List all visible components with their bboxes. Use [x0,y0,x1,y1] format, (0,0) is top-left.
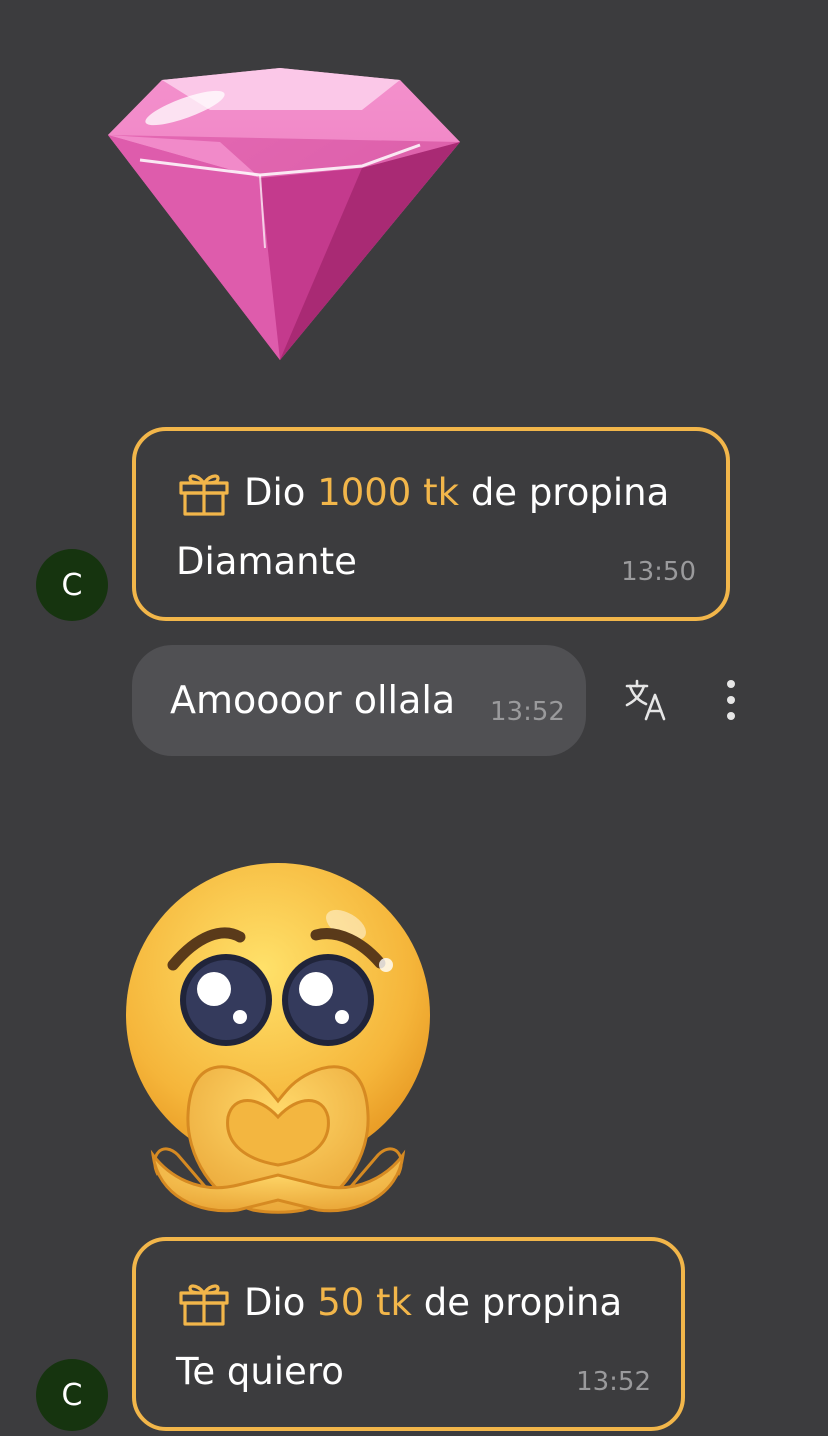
tip-amount: 50 tk [317,1281,412,1324]
tip-amount: 1000 tk [317,471,460,514]
translate-icon[interactable] [622,677,672,723]
tip-prefix: Dio [244,1281,306,1324]
gift-icon [179,474,229,516]
message-timestamp: 13:50 [621,557,696,587]
tip-line: Dio 50 tk de propina [178,1279,622,1327]
message-timestamp: 13:52 [576,1367,651,1397]
message-text: Amoooor ollala [170,678,456,722]
message-timestamp: 13:52 [490,697,565,727]
tip-message-card: Dio 1000 tk de propina Diamante 13:50 [132,427,730,621]
tip-message-card: Dio 50 tk de propina Te quiero 13:52 [132,1237,685,1431]
tip-suffix: de propina [423,1281,623,1324]
more-vertical-icon[interactable] [714,677,748,723]
avatar[interactable]: C [36,549,108,621]
pink-diamond-icon [108,68,460,360]
avatar[interactable]: C [36,1359,108,1431]
tip-line: Dio 1000 tk de propina [178,469,669,517]
gift-icon [179,1284,229,1326]
text-message-bubble[interactable]: Amoooor ollala 13:52 [132,645,586,756]
tip-suffix: de propina [470,471,670,514]
tip-prefix: Dio [244,471,306,514]
tip-note: Diamante [176,540,357,583]
pleading-face-icon [126,863,430,1214]
tip-note: Te quiero [176,1350,344,1393]
